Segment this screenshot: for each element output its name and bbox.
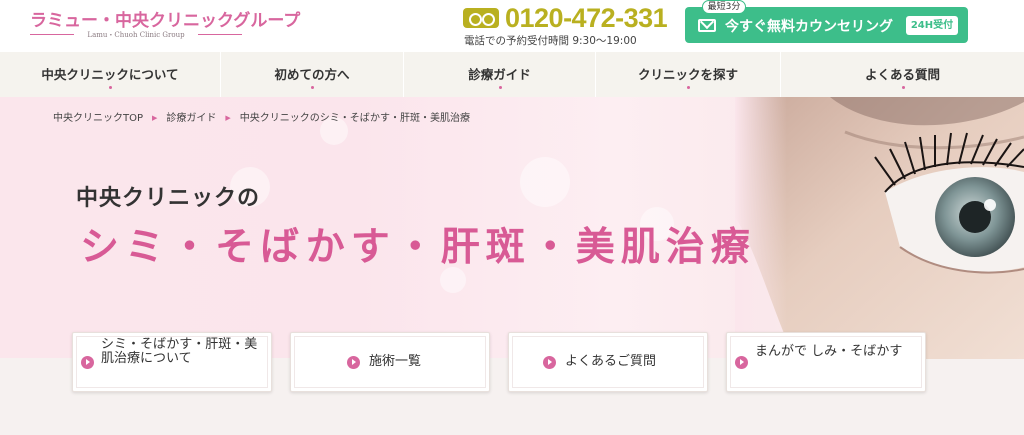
phone-contact[interactable]: 0120-472-331 電話での予約受付時間 9:30～19:00 — [463, 3, 678, 47]
phone-number[interactable]: 0120-472-331 — [505, 3, 668, 34]
button-label: 施術一覧 — [369, 354, 422, 369]
bokeh-decoration — [520, 157, 570, 207]
hero-subtitle: 中央クリニックの — [76, 185, 261, 211]
nav-dot — [901, 86, 905, 89]
nav-item-label: クリニックを探す — [637, 67, 738, 82]
cta-badge: 24H受付 — [906, 16, 958, 35]
play-arrow-icon — [735, 356, 748, 369]
main-nav: 中央クリニックについて 初めての方へ 診療ガイド クリニックを探す よくある質問 — [0, 52, 1024, 97]
nav-dot — [687, 86, 690, 89]
play-arrow-icon — [543, 356, 556, 369]
button-label: まんがで しみ・そばかす — [755, 344, 903, 359]
logo-subtitle: Lamu・Chuoh Clinic Group — [87, 31, 185, 39]
mail-icon — [698, 19, 716, 32]
cta-label: 今すぐ無料カウンセリング — [725, 19, 893, 35]
nav-dot — [311, 86, 314, 89]
nav-dot — [498, 86, 502, 89]
nav-item-first-visit[interactable]: 初めての方へ — [221, 52, 404, 97]
breadcrumb-item-top[interactable]: 中央クリニックTOP — [53, 109, 143, 124]
play-arrow-icon — [81, 356, 94, 369]
breadcrumb-item-guide[interactable]: 診療ガイド — [166, 109, 216, 124]
nav-item-label: 診療ガイド — [468, 67, 531, 82]
nav-item-label: よくある質問 — [864, 67, 940, 82]
play-arrow-icon — [347, 356, 360, 369]
nav-item-guide[interactable]: 診療ガイド — [404, 52, 596, 97]
about-treatment-button[interactable]: シミ・そばかす・肝斑・美肌治療について — [72, 332, 272, 392]
clinic-logo[interactable]: ラミュー・中央クリニックグループ Lamu・Chuoh Clinic Group — [30, 6, 300, 42]
treatment-list-button[interactable]: 施術一覧 — [290, 332, 490, 392]
free-counseling-button[interactable]: 最短3分 今すぐ無料カウンセリング 24H受付 — [685, 0, 968, 43]
cta-tag: 最短3分 — [702, 0, 746, 14]
hero-section: 中央クリニックTOP ▶ 診療ガイド ▶ 中央クリニックのシミ・そばかす・肝斑・美肌治療… — [0, 97, 1024, 435]
breadcrumb: 中央クリニックTOP ▶ 診療ガイド ▶ 中央クリニックのシミ・そばかす・肝斑・美肌治療 — [53, 109, 470, 124]
nav-item-label: 中央クリニックについて — [41, 67, 179, 82]
button-label: よくあるご質問 — [565, 354, 657, 369]
breadcrumb-item-current: 中央クリニックのシミ・そばかす・肝斑・美肌治療 — [239, 113, 470, 124]
nav-item-find-clinic[interactable]: クリニックを探す — [596, 52, 781, 97]
phone-hours: 電話での予約受付時間 9:30～19:00 — [464, 35, 637, 47]
breadcrumb-arrow-icon: ▶ — [152, 114, 158, 122]
free-dial-icon — [463, 8, 499, 28]
faq-button[interactable]: よくあるご質問 — [508, 332, 708, 392]
logo-title: ラミュー・中央クリニックグループ — [30, 11, 301, 31]
manga-button[interactable]: まんがで しみ・そばかす — [726, 332, 926, 392]
page-title: シミ・そばかす・肝斑・美肌治療 — [80, 224, 756, 270]
face-eye-image — [735, 97, 1024, 359]
nav-dot — [109, 86, 112, 89]
button-label: シミ・そばかす・肝斑・美肌治療について — [101, 337, 258, 366]
nav-item-faq[interactable]: よくある質問 — [781, 52, 1024, 97]
nav-item-about[interactable]: 中央クリニックについて — [0, 52, 221, 97]
breadcrumb-arrow-icon: ▶ — [225, 114, 231, 122]
nav-item-label: 初めての方へ — [274, 67, 350, 82]
site-header: ラミュー・中央クリニックグループ Lamu・Chuoh Clinic Group… — [0, 0, 1024, 52]
